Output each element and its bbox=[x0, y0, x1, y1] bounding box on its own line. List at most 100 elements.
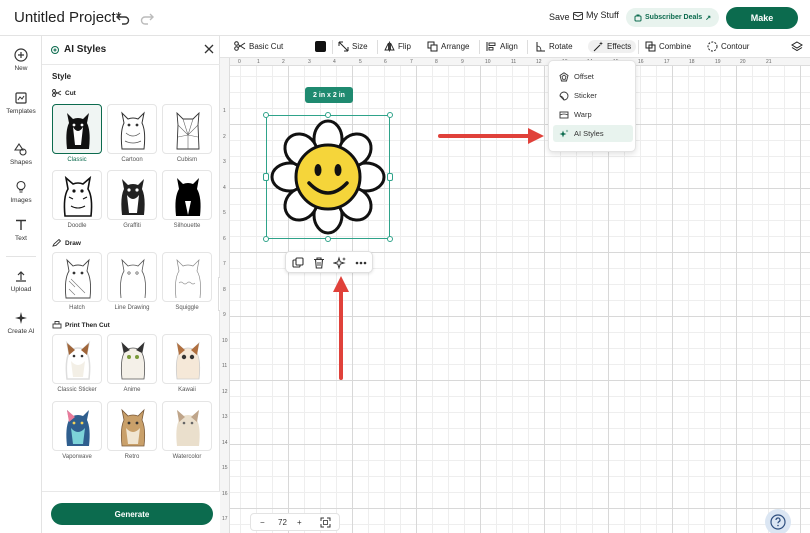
menu-item-offset[interactable]: Offset bbox=[553, 68, 633, 85]
offset-icon bbox=[559, 71, 569, 81]
nav-create-ai[interactable]: Create AI bbox=[0, 311, 42, 335]
ruler-num: 6 bbox=[384, 59, 387, 65]
resize-handle[interactable] bbox=[325, 236, 331, 242]
resize-handle[interactable] bbox=[325, 112, 331, 118]
style-retro[interactable] bbox=[107, 401, 157, 451]
zoom-control: − 72 + bbox=[250, 513, 340, 531]
nav-shapes[interactable]: Shapes bbox=[0, 142, 42, 166]
nav-images[interactable]: Images bbox=[0, 180, 42, 204]
resize-handle[interactable] bbox=[387, 112, 393, 118]
ruler-left: 1 2 3 4 5 6 7 8 9 10 11 12 13 14 15 16 1… bbox=[220, 58, 230, 533]
layers-icon[interactable] bbox=[791, 41, 803, 53]
flip-button[interactable]: Flip bbox=[384, 41, 411, 52]
ruler-num: 8 bbox=[223, 287, 226, 293]
resize-handle[interactable] bbox=[263, 112, 269, 118]
align-button[interactable]: Align bbox=[486, 41, 518, 52]
cat-thumbnail bbox=[63, 175, 93, 217]
help-button[interactable] bbox=[765, 509, 791, 533]
ruler-num: 18 bbox=[689, 59, 695, 65]
ruler-num: 8 bbox=[435, 59, 438, 65]
close-icon[interactable] bbox=[204, 44, 214, 54]
nav-text[interactable]: Text bbox=[0, 218, 42, 242]
style-classic[interactable] bbox=[52, 104, 102, 154]
ruler-num: 3 bbox=[223, 159, 226, 165]
menu-item-sticker[interactable]: Sticker bbox=[553, 87, 633, 104]
plus-circle-icon bbox=[14, 48, 28, 62]
ai-sparkle-icon[interactable] bbox=[333, 256, 347, 270]
cat-thumbnail bbox=[175, 341, 201, 380]
style-squiggle[interactable] bbox=[162, 252, 212, 302]
style-cartoon[interactable] bbox=[107, 104, 157, 154]
tag-icon bbox=[634, 14, 642, 21]
nav-templates-label: Templates bbox=[6, 108, 36, 115]
ruler-num: 16 bbox=[638, 59, 644, 65]
style-watercolor[interactable] bbox=[162, 401, 212, 451]
menu-item-warp[interactable]: Warp bbox=[553, 106, 633, 123]
resize-handle[interactable] bbox=[263, 236, 269, 242]
style-cubism-label: Cubism bbox=[176, 157, 198, 163]
style-classic-sticker[interactable] bbox=[52, 334, 102, 384]
zoom-in-button[interactable]: + bbox=[297, 518, 302, 527]
style-doodle[interactable] bbox=[52, 170, 102, 220]
generate-button[interactable]: Generate bbox=[51, 503, 213, 525]
style-hatch[interactable] bbox=[52, 252, 102, 302]
subscriber-deals-label: Subscriber Deals bbox=[645, 14, 703, 21]
ruler-num: 4 bbox=[333, 59, 336, 65]
redo-icon[interactable] bbox=[139, 9, 155, 25]
resize-handle[interactable] bbox=[387, 236, 393, 242]
cat-thumbnail bbox=[66, 113, 90, 149]
style-anime-label: Anime bbox=[123, 387, 141, 393]
zoom-level: 72 bbox=[278, 518, 287, 527]
effects-button[interactable]: Effects bbox=[588, 40, 637, 53]
style-kawaii-label: Kawaii bbox=[178, 387, 196, 393]
resize-handle[interactable] bbox=[387, 173, 393, 181]
zoom-out-button[interactable]: − bbox=[260, 518, 265, 527]
resize-handle[interactable] bbox=[263, 173, 269, 181]
combine-button[interactable]: Combine bbox=[645, 41, 691, 52]
style-anime[interactable] bbox=[107, 334, 157, 384]
menu-item-ai-styles[interactable]: AI Styles bbox=[553, 125, 633, 142]
operation-select[interactable]: Basic Cut bbox=[234, 41, 283, 51]
selection-box[interactable] bbox=[266, 115, 390, 239]
trash-icon[interactable] bbox=[312, 256, 326, 270]
nav-new[interactable]: New bbox=[0, 48, 42, 72]
my-stuff-button[interactable]: My Stuff bbox=[573, 10, 619, 20]
nav-upload[interactable]: Upload bbox=[0, 269, 42, 293]
ruler-top: 0 1 2 3 4 5 6 7 8 9 10 11 12 13 14 15 16… bbox=[230, 58, 810, 66]
subscriber-deals-button[interactable]: Subscriber Deals ↗ bbox=[626, 8, 720, 27]
style-vaporwave[interactable] bbox=[52, 401, 102, 451]
ai-styles-panel: AI Styles Style Cut Classic Cartoon Cubi… bbox=[42, 36, 220, 533]
nav-shapes-label: Shapes bbox=[9, 159, 33, 166]
color-swatch[interactable] bbox=[315, 41, 326, 52]
cat-thumbnail bbox=[120, 408, 146, 447]
project-title[interactable]: Untitled Project* bbox=[14, 9, 122, 26]
ruler-num: 6 bbox=[223, 236, 226, 242]
ruler-num: 0 bbox=[238, 59, 241, 65]
contour-button[interactable]: Contour bbox=[707, 41, 749, 52]
undo-icon[interactable] bbox=[115, 9, 131, 25]
make-button[interactable]: Make bbox=[726, 7, 798, 29]
more-options-icon[interactable] bbox=[354, 256, 368, 270]
style-line-drawing[interactable] bbox=[107, 252, 157, 302]
style-kawaii[interactable] bbox=[162, 334, 212, 384]
nav-templates[interactable]: Templates bbox=[0, 91, 42, 115]
size-button[interactable]: Size bbox=[338, 41, 368, 52]
style-graffiti[interactable] bbox=[107, 170, 157, 220]
style-cubism[interactable] bbox=[162, 104, 212, 154]
fit-screen-icon[interactable] bbox=[320, 517, 331, 528]
panel-divider bbox=[42, 64, 220, 65]
group-cut-label: Cut bbox=[65, 89, 76, 97]
style-silhouette[interactable] bbox=[162, 170, 212, 220]
cat-thumbnail bbox=[176, 111, 200, 150]
ruler-num: 17 bbox=[664, 59, 670, 65]
arrange-button[interactable]: Arrange bbox=[427, 41, 469, 52]
save-button[interactable]: Save bbox=[549, 12, 570, 22]
toolbar-divider bbox=[638, 40, 639, 54]
duplicate-icon[interactable] bbox=[291, 256, 305, 270]
nav-create-ai-label: Create AI bbox=[7, 328, 35, 335]
rotate-button[interactable]: Rotate bbox=[535, 41, 573, 52]
ruler-num: 10 bbox=[485, 59, 491, 65]
ruler-num: 7 bbox=[223, 261, 226, 267]
ruler-num: 7 bbox=[410, 59, 413, 65]
menu-item-offset-label: Offset bbox=[574, 72, 594, 81]
